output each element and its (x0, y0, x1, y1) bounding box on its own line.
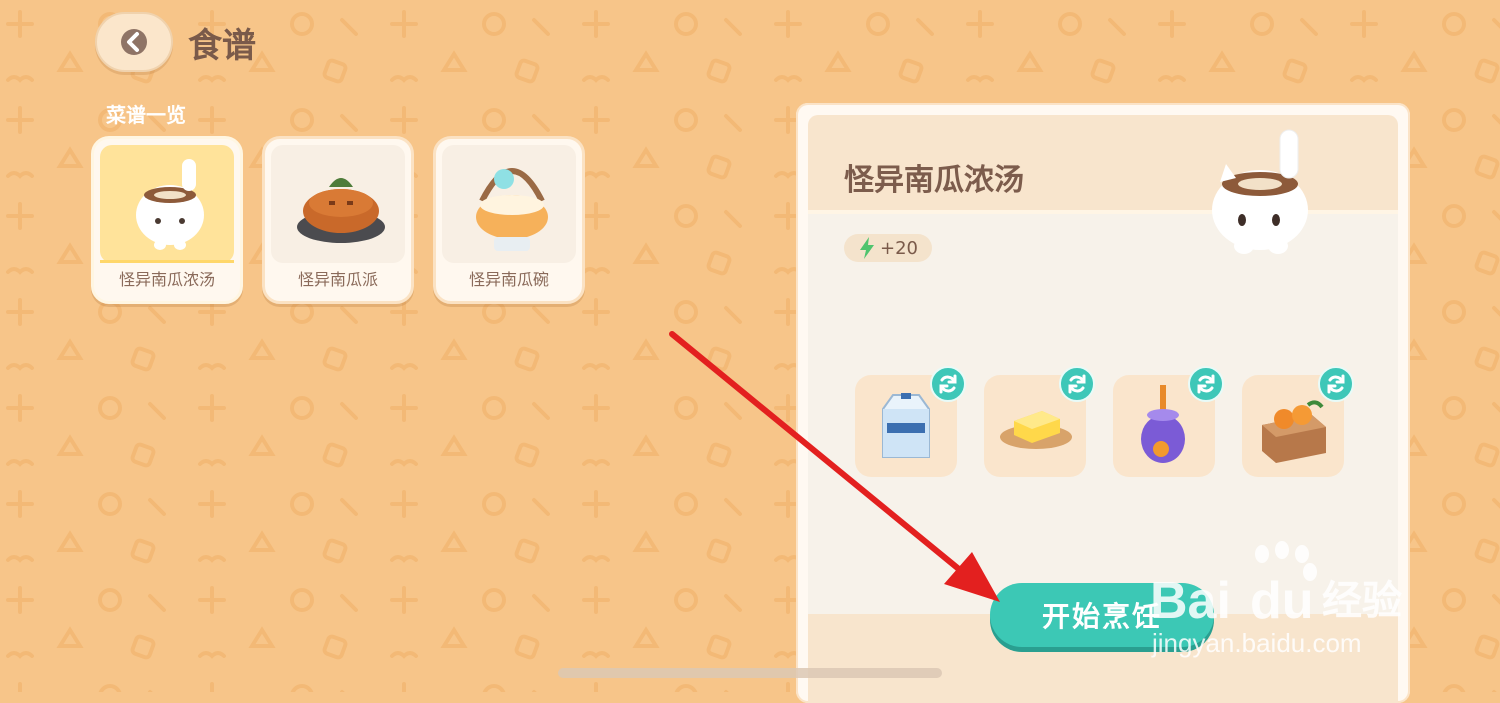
back-button[interactable] (95, 12, 173, 72)
swap-ingredient-button[interactable] (1059, 366, 1095, 402)
pumpkin-bowl-icon (476, 168, 548, 251)
recipe-list-label: 菜谱一览 (106, 103, 186, 127)
recipe-name: 怪异南瓜派 (297, 270, 378, 289)
home-indicator[interactable] (558, 668, 942, 678)
chevron-left-icon (121, 29, 147, 55)
cat-bowl-icon (136, 159, 204, 250)
page-title: 食谱 (188, 26, 256, 66)
swap-ingredient-button[interactable] (930, 366, 966, 402)
recipe-name: 怪异南瓜碗 (468, 270, 549, 289)
cat-bowl-preview-icon (1212, 129, 1308, 254)
pumpkin-pie-icon (297, 178, 385, 243)
refresh-icon (939, 374, 957, 394)
recipe-card-pumpkin-bowl[interactable]: 怪异南瓜碗 (433, 136, 585, 304)
swap-ingredient-button[interactable] (1188, 366, 1224, 402)
energy-badge: +20 (844, 234, 932, 262)
recipe-card-pumpkin-pie[interactable]: 怪异南瓜派 (262, 136, 414, 304)
energy-value: +20 (880, 237, 918, 259)
recipe-detail-title: 怪异南瓜浓汤 (844, 163, 1024, 198)
recipe-card-pumpkin-soup[interactable]: 怪异南瓜浓汤 (91, 136, 243, 304)
refresh-icon (1197, 374, 1215, 394)
watermark-url: jingyan.baidu.com (1152, 628, 1362, 658)
swap-ingredient-button[interactable] (1318, 366, 1354, 402)
refresh-icon (1068, 374, 1086, 394)
lightning-icon (860, 237, 874, 259)
refresh-icon (1327, 374, 1345, 394)
recipe-name: 怪异南瓜浓汤 (118, 270, 215, 289)
